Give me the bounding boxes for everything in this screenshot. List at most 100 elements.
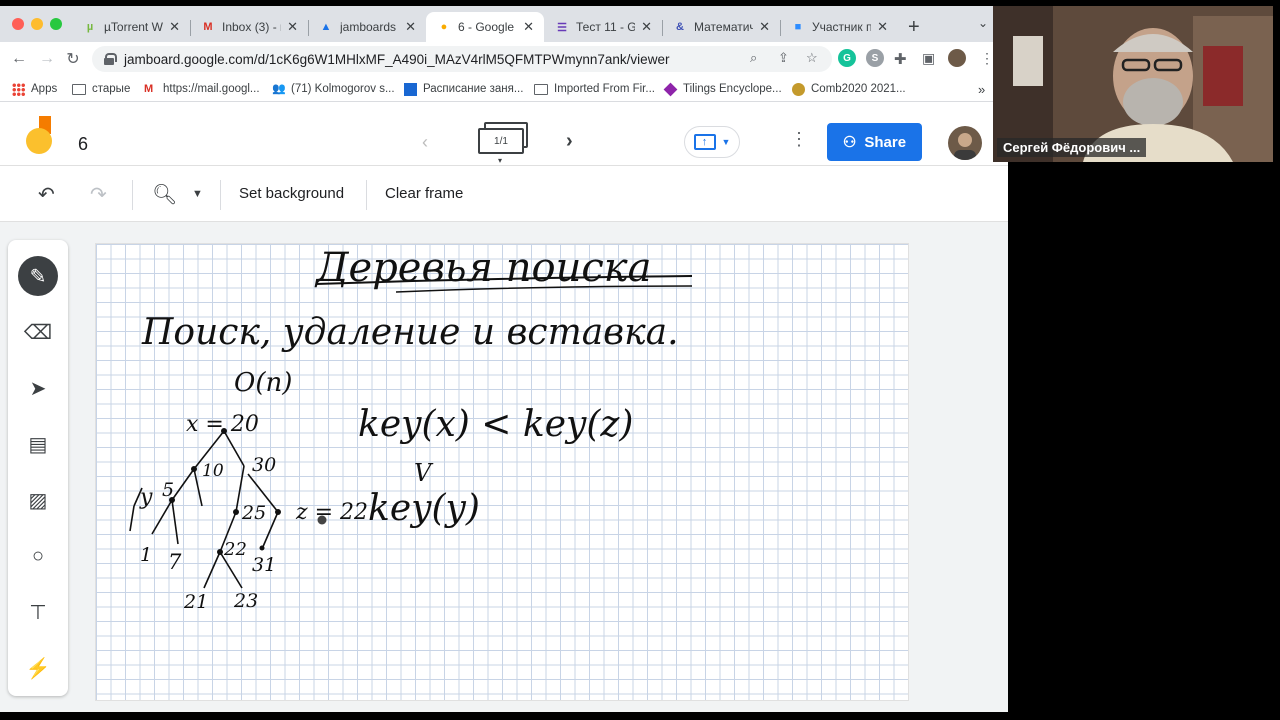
side-panel-icon[interactable]: ▣ bbox=[922, 50, 935, 67]
participant-name: Сергей Фёдорович ... bbox=[997, 138, 1147, 157]
browser-toolbar: ← → ↻ jamboard.google.com/d/1cK6g6W1MHlx… bbox=[0, 42, 1008, 76]
tab-search-chevron-icon[interactable]: ⌄ bbox=[978, 16, 988, 30]
close-icon[interactable]: ✕ bbox=[641, 19, 652, 35]
add-image-tool[interactable]: ▨ bbox=[18, 480, 58, 520]
node-label-10: 10 bbox=[202, 461, 224, 481]
undo-icon[interactable]: ↶ bbox=[38, 182, 55, 207]
tab-jamboards[interactable]: ▲ jamboards - ✕ bbox=[308, 12, 426, 42]
select-tool[interactable]: ➤ bbox=[18, 368, 58, 408]
sticky-note-tool[interactable]: ▤ bbox=[18, 424, 58, 464]
set-background-button[interactable]: Set background bbox=[239, 185, 344, 202]
compare-line-1: key(x) < key(z) bbox=[358, 404, 633, 445]
bookmark-starye[interactable]: старые bbox=[72, 80, 130, 98]
text-box-icon: ⊤ bbox=[29, 601, 47, 624]
more-options-icon[interactable]: ⋮ bbox=[790, 130, 808, 148]
close-icon[interactable]: ✕ bbox=[287, 19, 298, 35]
pen-icon: ✎ bbox=[29, 265, 47, 288]
frame-bar-toggle[interactable]: 1/1 bbox=[478, 128, 524, 154]
compare-arrow: V bbox=[414, 459, 434, 487]
jamboard-action-bar: ↶ ↷ 🔍︎ ▼ Set background Clear frame bbox=[0, 166, 1008, 222]
bookmark-comb2020[interactable]: Comb2020 2021... bbox=[792, 80, 906, 98]
bookmark-label: Расписание заня... bbox=[423, 83, 524, 95]
minimize-window-button[interactable] bbox=[31, 18, 43, 30]
circle-shape-icon: ○ bbox=[31, 544, 45, 567]
browser-menu-icon[interactable]: ⋮ bbox=[980, 50, 994, 67]
tab-title: Inbox (3) - n bbox=[222, 20, 282, 34]
node-label-21: 21 bbox=[183, 591, 208, 613]
board-line-1: Поиск, удаление и вставка. bbox=[141, 312, 679, 353]
close-icon[interactable]: ✕ bbox=[405, 19, 416, 35]
back-button[interactable]: ← bbox=[8, 48, 30, 70]
bookmark-tilings[interactable]: Tilings Encyclope... bbox=[663, 80, 782, 98]
video-participant-tile: Сергей Фёдорович ... bbox=[993, 6, 1273, 162]
cursor-arrow-icon: ➤ bbox=[29, 377, 47, 400]
jamboard-logo[interactable] bbox=[26, 116, 54, 154]
apps-grid-icon bbox=[12, 82, 25, 96]
zoom-icon: ■ bbox=[794, 21, 802, 33]
url-text: jamboard.google.com/d/1cK6g6W1MHlxMF_A49… bbox=[124, 51, 670, 67]
address-bar[interactable]: jamboard.google.com/d/1cK6g6W1MHlxMF_A49… bbox=[92, 46, 832, 72]
profile-avatar[interactable] bbox=[948, 49, 966, 67]
bookmarks-overflow-icon[interactable]: » bbox=[978, 80, 985, 98]
new-tab-button[interactable]: + bbox=[908, 16, 920, 39]
bookmark-kolmogorov[interactable]: 👥 (71) Kolmogorov s... bbox=[272, 80, 395, 98]
close-icon[interactable]: ✕ bbox=[877, 19, 888, 35]
previous-frame-button[interactable]: ‹ bbox=[422, 132, 428, 153]
bookmark-imported[interactable]: Imported From Fir... bbox=[534, 80, 655, 98]
bookmark-label: Comb2020 2021... bbox=[811, 83, 906, 95]
present-button[interactable]: ↑ ▼ bbox=[684, 126, 740, 158]
tab-test-11[interactable]: ☰ Тест 11 - Go ✕ bbox=[544, 12, 662, 42]
present-icon: ↑ bbox=[693, 134, 716, 150]
zoom-icon[interactable]: 🔍︎ bbox=[152, 182, 177, 207]
jam-title[interactable]: 6 bbox=[78, 134, 88, 155]
reload-button[interactable]: ↻ bbox=[62, 48, 84, 70]
account-avatar[interactable] bbox=[948, 126, 982, 160]
handwriting-layer: Деревья поиска Поиск, удаление и вставка… bbox=[129, 245, 693, 613]
text-box-tool[interactable]: ⊤ bbox=[18, 592, 58, 632]
puzzle-extensions-icon[interactable]: ✚ bbox=[894, 50, 907, 68]
bookmark-label: Tilings Encyclope... bbox=[683, 83, 782, 95]
board-title: Деревья поиска bbox=[314, 245, 651, 291]
jamboard-frame[interactable]: Деревья поиска Поиск, удаление и вставка… bbox=[95, 243, 909, 701]
comb-icon bbox=[792, 82, 805, 96]
shape-tool[interactable]: ○ bbox=[18, 536, 58, 576]
tab-inbox[interactable]: M Inbox (3) - n ✕ bbox=[190, 12, 308, 42]
tab-math[interactable]: & Математиче ✕ bbox=[662, 12, 780, 42]
bookmark-mail[interactable]: M https://mail.googl... bbox=[144, 80, 260, 98]
maximize-window-button[interactable] bbox=[50, 18, 62, 30]
gmail-icon: M bbox=[144, 82, 154, 95]
clear-frame-button[interactable]: Clear frame bbox=[385, 185, 463, 202]
math-icon: & bbox=[676, 21, 684, 33]
forward-button[interactable]: → bbox=[36, 48, 58, 70]
close-icon[interactable]: ✕ bbox=[759, 19, 770, 35]
node-label-y: y bbox=[139, 485, 153, 510]
node-label-25: 25 bbox=[241, 502, 266, 524]
board-complexity: O(n) bbox=[234, 368, 292, 398]
zoom-lens-icon[interactable]: ⌕ bbox=[750, 50, 757, 66]
share-page-icon[interactable]: ⇪ bbox=[778, 50, 789, 66]
close-icon[interactable]: ✕ bbox=[169, 19, 180, 35]
bookmarks-bar: Apps старые M https://mail.googl... 👥 (7… bbox=[0, 76, 1008, 102]
extension-icon[interactable]: S bbox=[866, 49, 884, 67]
bookmark-raspisanie[interactable]: Расписание заня... bbox=[404, 80, 523, 98]
bookmark-star-icon[interactable]: ☆ bbox=[806, 50, 818, 66]
tree-nodes bbox=[169, 428, 327, 555]
close-window-button[interactable] bbox=[12, 18, 24, 30]
close-icon[interactable]: ✕ bbox=[523, 19, 534, 35]
tab-strip: µ µTorrent Web ✕ M Inbox (3) - n ✕ ▲ jam… bbox=[0, 6, 1008, 42]
share-label: Share bbox=[864, 133, 907, 151]
node-label-1: 1 bbox=[140, 544, 152, 566]
share-button[interactable]: ⚇ Share bbox=[827, 123, 922, 161]
tab-utorrent[interactable]: µ µTorrent Web ✕ bbox=[72, 12, 190, 42]
lock-icon bbox=[104, 53, 117, 65]
eraser-tool[interactable]: ⌫ bbox=[18, 312, 58, 352]
laser-tool[interactable]: ⚡ bbox=[18, 648, 58, 688]
next-frame-button[interactable]: › bbox=[566, 130, 573, 153]
redo-icon[interactable]: ↷ bbox=[90, 182, 107, 207]
tab-google-jamboard[interactable]: ● 6 - Google Ja ✕ bbox=[426, 12, 544, 42]
grammarly-icon[interactable]: G bbox=[838, 49, 856, 67]
pen-tool[interactable]: ✎ bbox=[18, 256, 58, 296]
tab-zoom-participant[interactable]: ■ Участник пу ✕ bbox=[780, 12, 898, 42]
chevron-down-icon[interactable]: ▼ bbox=[192, 188, 203, 200]
bookmark-apps[interactable]: Apps bbox=[12, 80, 57, 98]
